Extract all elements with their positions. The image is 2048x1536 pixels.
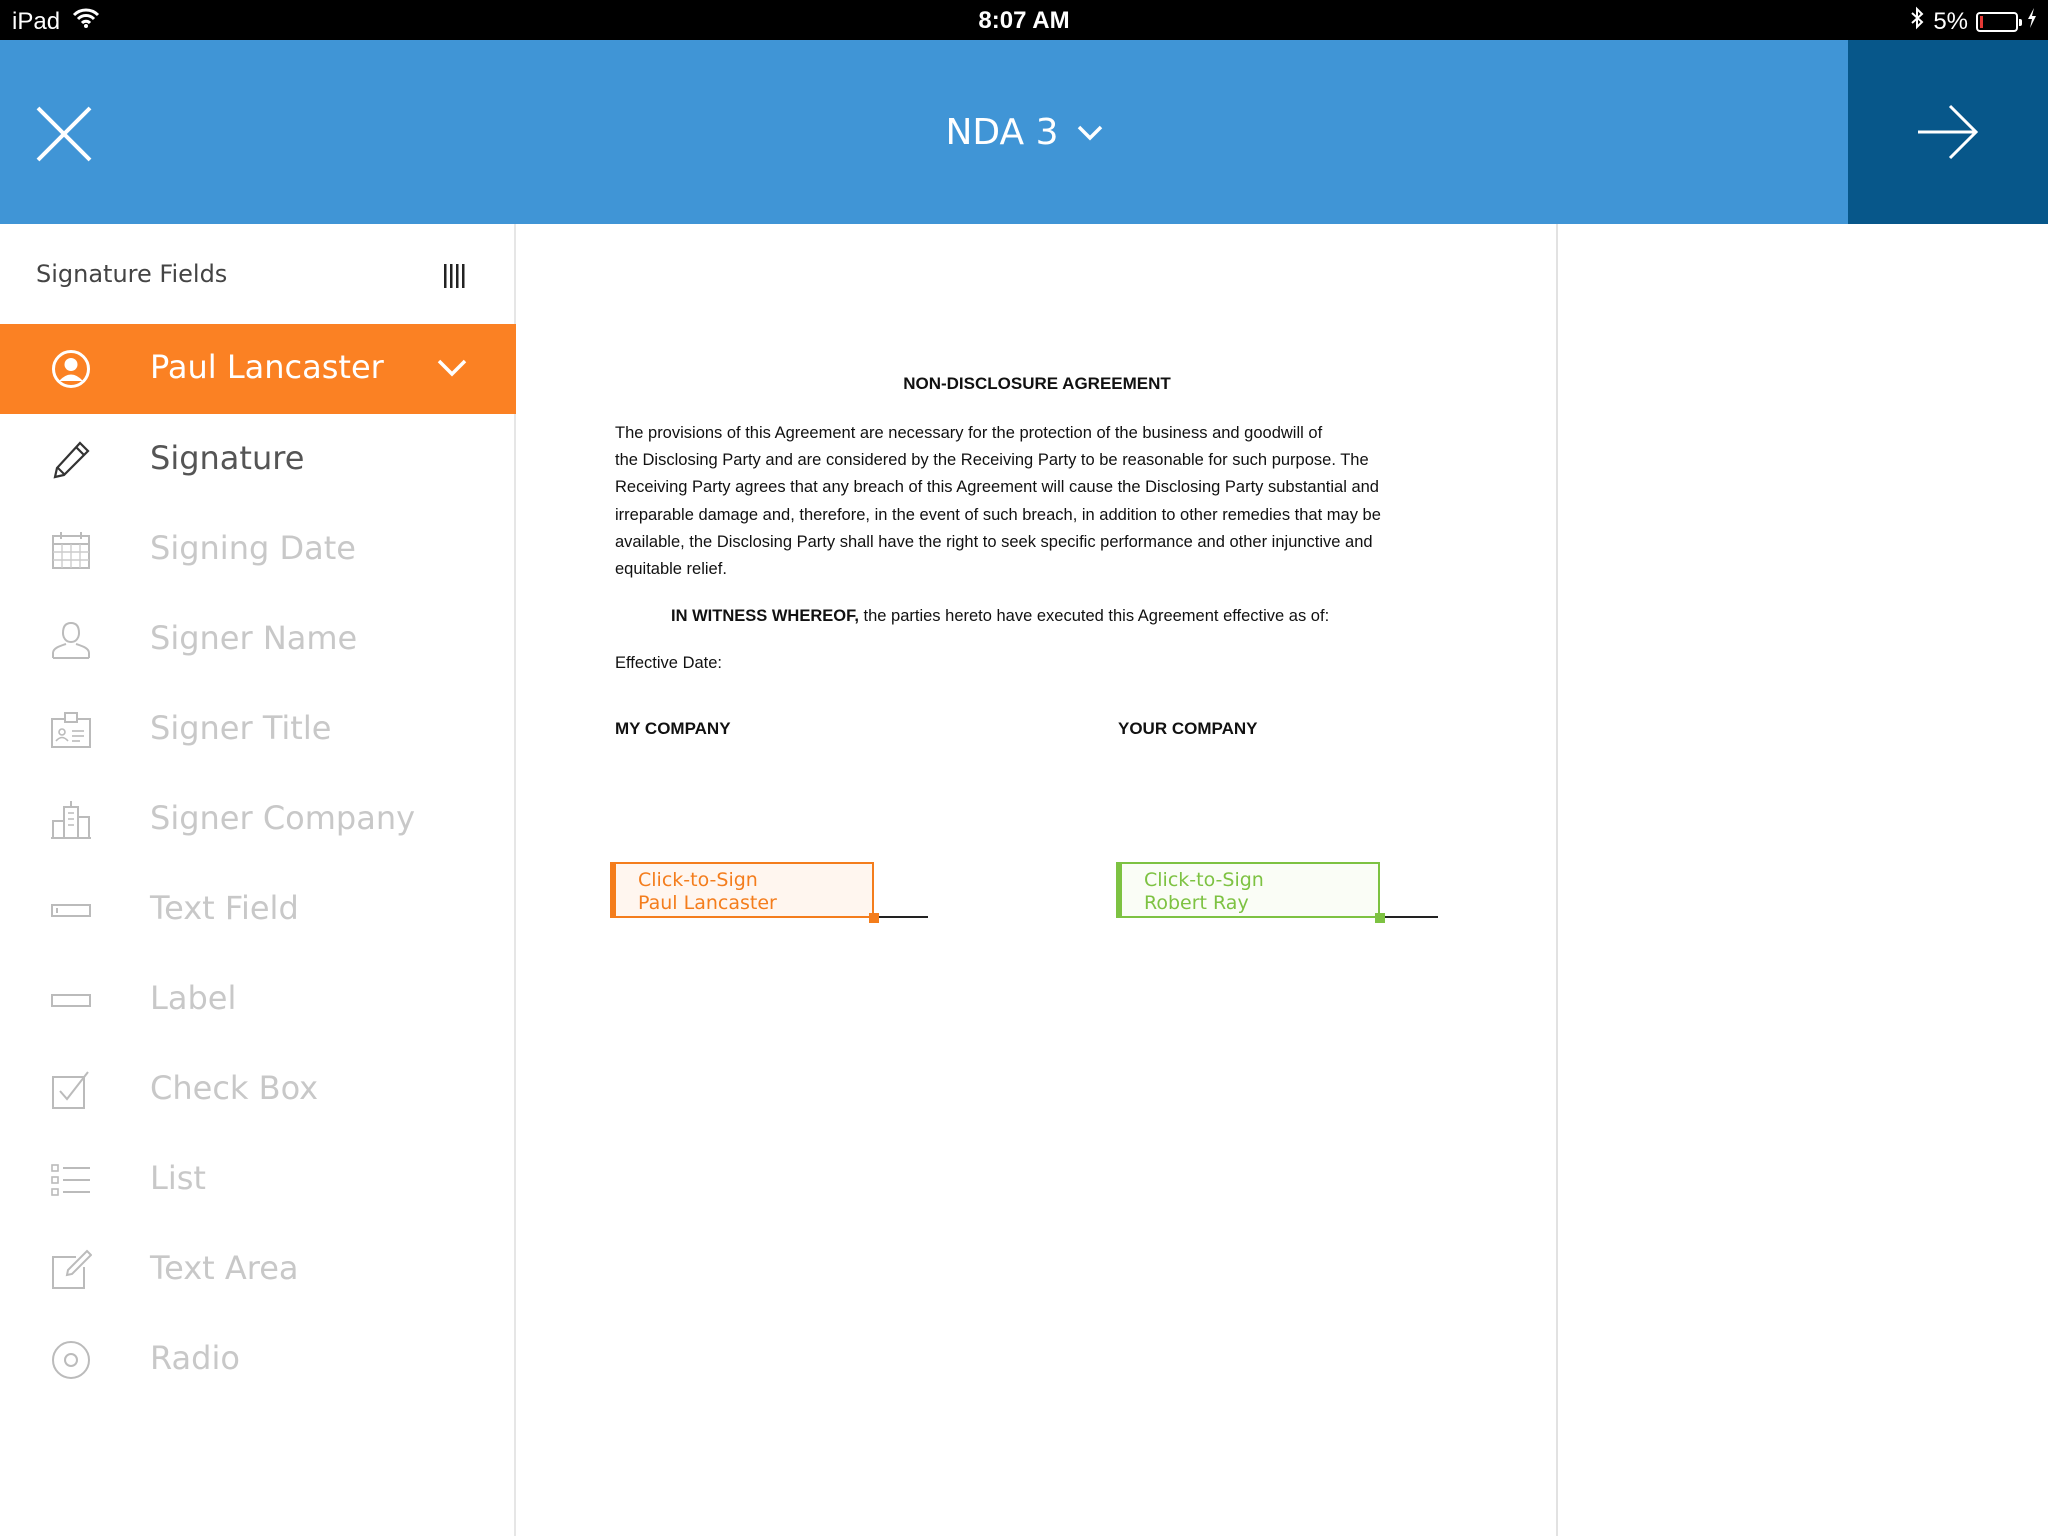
witness-text: the parties hereto have executed this Ag…: [858, 607, 1330, 625]
field-label: Signer Title: [150, 709, 332, 747]
field-signer-title[interactable]: Signer Title: [0, 684, 516, 774]
person-icon: [52, 621, 90, 659]
user-avatar-icon: [52, 350, 90, 388]
company-left-heading: MY COMPANY: [615, 719, 731, 738]
chevron-down-icon: [1077, 125, 1102, 140]
paragraph-line: The provisions of this Agreement are nec…: [615, 424, 1323, 442]
field-label: Signer Company: [150, 799, 416, 837]
company-right-heading: YOUR COMPANY: [1118, 719, 1258, 738]
status-right: 5%: [1909, 6, 2038, 37]
label-icon: [51, 994, 91, 1007]
witness-bold: IN WITNESS WHEREOF,: [671, 607, 859, 625]
battery-percent: 5%: [1933, 7, 1968, 35]
calendar-icon: [52, 532, 90, 569]
field-signer-name[interactable]: Signer Name: [0, 594, 516, 684]
sidebar: Signature Fields Paul Lancaster Signatur…: [0, 224, 516, 1536]
next-button[interactable]: [1848, 40, 2048, 224]
field-label: Text Field: [150, 889, 299, 927]
status-time: 8:07 AM: [978, 7, 1070, 34]
signature-line: [1378, 916, 1438, 918]
field-label: Label: [150, 979, 237, 1017]
field-label-item[interactable]: Label: [0, 954, 516, 1044]
resize-handle[interactable]: [1375, 913, 1385, 923]
list-icon: [51, 1164, 90, 1196]
field-label: Signature: [150, 439, 305, 477]
document-page: NON-DISCLOSURE AGREEMENT The provisions …: [516, 224, 1558, 1536]
checkbox-icon: [52, 1071, 89, 1109]
charging-icon: [2026, 7, 2038, 36]
click-to-sign-field-paul[interactable]: Click-to-Sign Paul Lancaster: [610, 862, 874, 918]
text-area-icon: [52, 1249, 92, 1289]
field-label: Text Area: [150, 1249, 299, 1287]
field-text-field[interactable]: Text Field: [0, 864, 516, 954]
field-label: List: [150, 1159, 206, 1197]
field-list[interactable]: List: [0, 1134, 516, 1224]
paragraph-line: the Disclosing Party and are considered …: [615, 451, 1369, 470]
field-label: Check Box: [150, 1069, 319, 1107]
signature-line: [872, 916, 928, 918]
sign-field-line1: Click-to-Sign: [638, 869, 758, 891]
signer-selector[interactable]: Paul Lancaster: [0, 324, 516, 414]
resize-handle[interactable]: [869, 913, 879, 923]
paragraph-line: Receiving Party agrees that any breach o…: [615, 478, 1379, 497]
field-label: Signing Date: [150, 529, 356, 567]
columns-icon: [444, 264, 465, 288]
columns-toggle-button[interactable]: [443, 264, 465, 288]
witness-clause: IN WITNESS WHEREOF, the parties hereto h…: [671, 607, 1329, 626]
document-heading: NON-DISCLOSURE AGREEMENT: [903, 374, 1171, 393]
document-selector[interactable]: NDA 3: [946, 112, 1103, 153]
sign-field-line1: Click-to-Sign: [1144, 869, 1264, 891]
text-field-icon: [51, 904, 91, 917]
click-to-sign-field-robert[interactable]: Click-to-Sign Robert Ray: [1116, 862, 1380, 918]
field-signature[interactable]: Signature: [0, 414, 516, 504]
arrow-right-icon: [1918, 104, 1979, 160]
field-label: Radio: [150, 1339, 240, 1377]
document-title-area: NDA 3: [0, 112, 2048, 153]
effective-date-label: Effective Date:: [615, 654, 723, 672]
status-bar: iPad 8:07 AM 5%: [0, 0, 2048, 40]
sign-field-line2: Robert Ray: [1144, 892, 1249, 914]
pen-icon: [53, 441, 90, 479]
paragraph-line: available, the Disclosing Party shall ha…: [615, 532, 1373, 551]
sidebar-title: Signature Fields: [36, 260, 228, 288]
signer-name: Paul Lancaster: [150, 348, 384, 386]
sidebar-header: Signature Fields: [0, 224, 516, 324]
field-label: Signer Name: [150, 619, 358, 657]
id-card-icon: [51, 712, 91, 748]
building-icon: [51, 801, 91, 839]
paragraph-line: irreparable damage and, therefore, in th…: [615, 505, 1381, 524]
bluetooth-icon: [1909, 6, 1925, 37]
field-signing-date[interactable]: Signing Date: [0, 504, 516, 594]
field-check-box[interactable]: Check Box: [0, 1044, 516, 1134]
battery-icon: [1976, 11, 2022, 32]
top-header: NDA 3: [0, 40, 2048, 224]
field-radio[interactable]: Radio: [0, 1314, 516, 1404]
radio-icon: [52, 1341, 90, 1379]
chevron-down-icon: [437, 359, 467, 377]
document-paragraph: The provisions of this Agreement are nec…: [615, 420, 1445, 583]
field-signer-company[interactable]: Signer Company: [0, 774, 516, 864]
sign-field-line2: Paul Lancaster: [638, 892, 777, 914]
document-title: NDA 3: [945, 112, 1059, 153]
paragraph-line: equitable relief.: [615, 560, 727, 579]
field-text-area[interactable]: Text Area: [0, 1224, 516, 1314]
